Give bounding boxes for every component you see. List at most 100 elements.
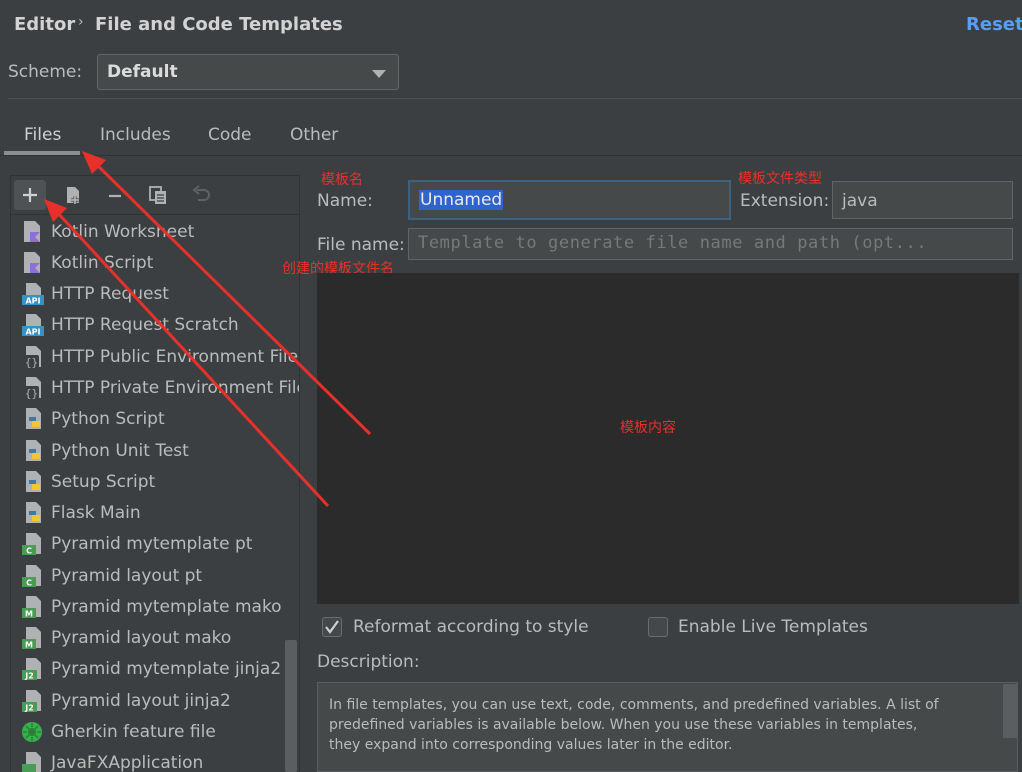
breadcrumb-separator: › — [78, 14, 84, 30]
description-line: they expand into corresponding values la… — [329, 737, 733, 753]
list-item-label: Setup Script — [51, 471, 156, 492]
templates-toolbar — [10, 175, 300, 215]
gherkin-file-icon — [21, 720, 45, 744]
list-item[interactable]: API HTTP Request — [21, 278, 291, 309]
list-item[interactable]: Python Unit Test — [21, 435, 291, 466]
list-item[interactable]: Flask Main — [21, 497, 291, 528]
list-item-label: Kotlin Worksheet — [51, 221, 195, 242]
tab-files[interactable]: Files — [24, 125, 61, 145]
python-file-icon — [21, 407, 45, 431]
add-file-icon — [67, 187, 79, 204]
list-item[interactable]: M Pyramid layout mako — [21, 622, 291, 653]
svg-text:M: M — [25, 609, 33, 618]
list-item-label: Kotlin Script — [51, 252, 154, 273]
list-item[interactable]: C Pyramid layout pt — [21, 560, 291, 591]
jinja2-file-icon: J2 — [21, 657, 45, 681]
list-item-label: Gherkin feature file — [51, 721, 216, 742]
tab-other[interactable]: Other — [290, 125, 338, 145]
list-item[interactable]: J2 Pyramid layout jinja2 — [21, 685, 291, 716]
mako-file-icon: M — [21, 595, 45, 619]
list-item[interactable]: Kotlin Script — [21, 247, 291, 278]
svg-text:API: API — [25, 327, 40, 336]
remove-template-button[interactable] — [99, 180, 131, 210]
reformat-checkbox[interactable] — [322, 617, 342, 637]
scheme-select[interactable]: Default — [97, 54, 399, 90]
list-item-label: JavaFXApplication — [51, 752, 204, 772]
tab-includes[interactable]: Includes — [100, 125, 171, 145]
list-item[interactable]: J2 Pyramid mytemplate jinja2 — [21, 653, 291, 684]
file-name-input[interactable]: Template to generate file name and path … — [408, 228, 1013, 260]
json-file-icon: {} — [21, 345, 45, 369]
mako-file-icon: M — [21, 626, 45, 650]
revert-template-button[interactable] — [185, 180, 217, 210]
chameleon-file-icon: C — [21, 564, 45, 588]
tabs-divider — [0, 155, 1022, 156]
svg-text:M: M — [25, 640, 33, 649]
python-file-icon — [21, 470, 45, 494]
java-file-icon — [21, 751, 45, 772]
extension-value: java — [842, 191, 878, 211]
annotation-name: 模板名 — [321, 172, 363, 188]
list-item[interactable]: JavaFXApplication — [21, 747, 291, 772]
list-item-label: Python Script — [51, 408, 165, 429]
scheme-label: Scheme: — [8, 62, 83, 82]
plus-icon — [23, 188, 37, 202]
minus-icon — [109, 194, 121, 198]
add-child-template-button[interactable] — [57, 180, 89, 210]
live-templates-checkbox[interactable] — [648, 617, 668, 637]
svg-text:J2: J2 — [24, 671, 34, 680]
python-file-icon — [21, 501, 45, 525]
tab-code[interactable]: Code — [208, 125, 252, 145]
extension-label: Extension: — [740, 191, 830, 211]
description-scrollbar[interactable] — [1003, 684, 1017, 738]
api-file-icon: API — [21, 313, 45, 337]
scheme-value: Default — [107, 62, 178, 82]
svg-text:J2: J2 — [24, 703, 34, 712]
list-item-label: Pyramid mytemplate jinja2 — [51, 658, 282, 679]
page-title: File and Code Templates — [95, 14, 343, 35]
list-item[interactable]: C Pyramid mytemplate pt — [21, 528, 291, 559]
list-item[interactable]: API HTTP Request Scratch — [21, 309, 291, 340]
list-item[interactable]: Setup Script — [21, 466, 291, 497]
list-item-label: Pyramid mytemplate pt — [51, 533, 253, 554]
list-item-label: Flask Main — [51, 502, 141, 523]
list-item-label: Pyramid layout jinja2 — [51, 690, 231, 711]
json-file-icon: {} — [21, 376, 45, 400]
svg-text:{}: {} — [25, 356, 38, 369]
undo-icon — [192, 185, 210, 201]
list-item-label: HTTP Private Environment File — [51, 377, 300, 398]
list-item-label: HTTP Request — [51, 283, 169, 304]
template-content-editor[interactable]: 模板内容 — [317, 273, 1019, 604]
list-item-label: Pyramid layout pt — [51, 565, 203, 586]
template-list: Kotlin Worksheet Kotlin Script API HTTP … — [10, 215, 300, 772]
chameleon-file-icon: C — [21, 532, 45, 556]
description-label: Description: — [317, 652, 420, 672]
api-file-icon: API — [21, 282, 45, 306]
list-item-label: HTTP Public Environment File — [51, 346, 299, 367]
description-box: In file templates, you can use text, cod… — [317, 682, 1018, 772]
list-item[interactable]: Python Script — [21, 403, 291, 434]
extension-input[interactable]: java — [832, 181, 1013, 219]
reset-button[interactable]: Reset — [966, 14, 1022, 35]
list-item[interactable]: Kotlin Worksheet — [21, 216, 291, 247]
file-name-label: File name: — [317, 235, 405, 255]
list-item[interactable]: {} HTTP Private Environment File — [21, 372, 299, 403]
chevron-down-icon — [372, 70, 386, 78]
list-item-label: Pyramid mytemplate mako — [51, 596, 282, 617]
name-value: Unnamed — [419, 190, 504, 210]
annotation-extension: 模板文件类型 — [738, 171, 822, 187]
name-label: Name: — [317, 191, 373, 211]
svg-text:{}: {} — [25, 387, 38, 400]
list-scrollbar[interactable] — [285, 640, 297, 772]
list-item[interactable]: {} HTTP Public Environment File — [21, 341, 298, 372]
add-template-button[interactable] — [14, 180, 46, 210]
reformat-label[interactable]: Reformat according to style — [353, 617, 589, 637]
list-item[interactable]: M Pyramid mytemplate mako — [21, 591, 291, 622]
name-input[interactable]: Unnamed — [408, 180, 731, 220]
live-templates-label[interactable]: Enable Live Templates — [678, 617, 868, 637]
copy-template-button[interactable] — [142, 180, 174, 210]
copy-icon — [149, 186, 166, 204]
list-item[interactable]: Gherkin feature file — [21, 716, 291, 747]
breadcrumb-editor[interactable]: Editor — [14, 14, 75, 35]
kotlin-file-icon — [21, 220, 45, 244]
